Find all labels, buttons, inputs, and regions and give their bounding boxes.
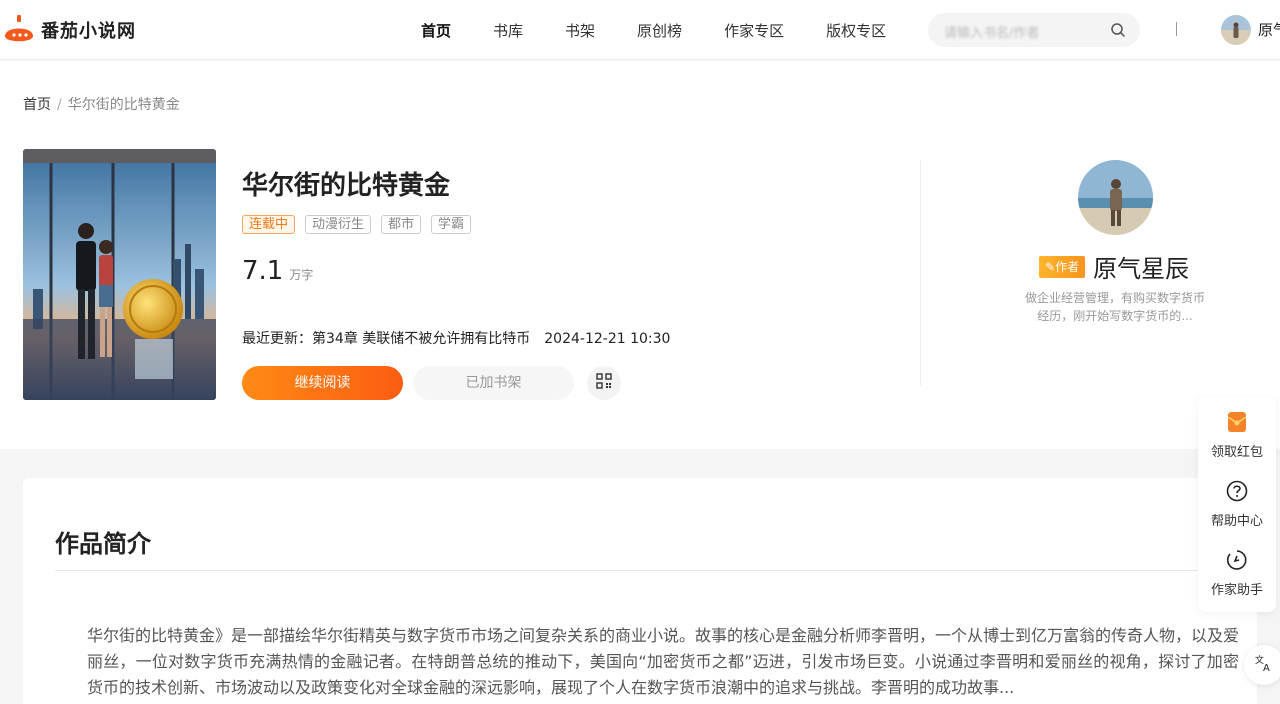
continue-reading-button[interactable]: 继续阅读 <box>242 366 403 400</box>
help-circle-icon <box>1226 480 1248 506</box>
added-to-shelf-button[interactable]: 已加书架 <box>413 366 574 400</box>
nav-author-zone[interactable]: 作家专区 <box>724 20 784 41</box>
logo-text: 番茄小说网 <box>41 21 136 42</box>
nav-copyright-zone[interactable]: 版权专区 <box>826 20 886 41</box>
breadcrumb-separator: / <box>57 97 62 113</box>
book-info-section: 首页 / 华尔街的比特黄金 华尔街的比特黄金 连载中 动漫衍生 都市 学霸 7.… <box>0 61 1280 449</box>
book-title: 华尔街的比特黄金 <box>242 171 451 201</box>
sidebar-item-help[interactable]: 帮助中心 <box>1198 480 1276 529</box>
sidebar-label: 作家助手 <box>1210 583 1263 598</box>
intro-text: 华尔街的比特黄金》是一部描绘华尔街精英与数字货币市场之间复杂关系的商业小说。故事… <box>87 626 1240 697</box>
top-header: 番茄小说网 首页 书库 书架 原创榜 作家专区 版权专区 请输入书名/作者 原气 <box>0 0 1280 60</box>
sidebar-label: 帮助中心 <box>1210 514 1263 529</box>
breadcrumb: 首页 / 华尔街的比特黄金 <box>23 94 180 114</box>
nav-original-ranking[interactable]: 原创榜 <box>637 20 682 41</box>
translate-icon: 文A <box>1254 653 1274 677</box>
tag-item[interactable]: 学霸 <box>431 215 472 234</box>
latest-update: 最近更新：第34章 美联储不被允许拥有比特币 2024-12-21 10:30 <box>242 328 670 348</box>
author-name[interactable]: 原气星辰 <box>1093 249 1189 284</box>
section-divider <box>920 160 921 385</box>
search-icon[interactable] <box>1110 22 1126 42</box>
sidebar-label: 领取红包 <box>1210 445 1263 460</box>
author-row: ✎作者 原气星辰 <box>1039 249 1189 284</box>
nav-home[interactable]: 首页 <box>421 20 451 41</box>
latest-update-date: 2024-12-21 10:30 <box>544 331 671 347</box>
red-envelope-icon <box>1227 412 1247 437</box>
tomato-logo-icon <box>3 14 35 46</box>
pen-icon: ✎ <box>1045 259 1056 274</box>
author-badge: ✎作者 <box>1039 255 1086 278</box>
author-description: 做企业经营管理，有购买数字货币经历，刚开始写数字货币的... <box>1024 291 1205 323</box>
nav-bookshelf[interactable]: 书架 <box>565 20 595 41</box>
intro-title: 作品简介 <box>55 530 151 558</box>
author-avatar[interactable] <box>1078 160 1153 235</box>
sidebar-item-red-envelope[interactable]: 领取红包 <box>1198 411 1276 460</box>
header-divider <box>1176 22 1177 36</box>
word-count: 7.1 万字 <box>242 256 313 286</box>
search-input[interactable]: 请输入书名/作者 <box>928 13 1140 47</box>
user-avatar[interactable] <box>1221 15 1251 45</box>
writer-assistant-icon <box>1226 550 1248 575</box>
qr-code-icon <box>596 373 612 393</box>
svg-text:A: A <box>1263 663 1270 673</box>
user-name[interactable]: 原气 <box>1258 19 1280 40</box>
search-placeholder: 请输入书名/作者 <box>944 26 1040 41</box>
word-count-unit: 万字 <box>289 268 314 282</box>
breadcrumb-current: 华尔街的比特黄金 <box>67 97 180 113</box>
qr-code-button[interactable] <box>587 366 621 400</box>
latest-update-label: 最近更新： <box>242 331 312 347</box>
sidebar-item-writer-assistant[interactable]: 作家助手 <box>1198 549 1276 598</box>
translate-button[interactable]: 文A <box>1244 645 1280 685</box>
main-nav: 首页 书库 书架 原创榜 作家专区 版权专区 <box>400 0 907 60</box>
book-tags: 连载中 动漫衍生 都市 学霸 <box>242 215 481 234</box>
site-logo[interactable]: 番茄小说网 <box>3 14 136 46</box>
latest-chapter-link[interactable]: 第34章 美联储不被允许拥有比特币 <box>312 331 530 347</box>
book-cover[interactable] <box>23 149 216 400</box>
intro-card: 作品简介 华尔街的比特黄金》是一部描绘华尔街精英与数字货币市场之间复杂关系的商业… <box>23 478 1257 704</box>
status-badge: 连载中 <box>242 215 296 234</box>
nav-library[interactable]: 书库 <box>493 20 523 41</box>
breadcrumb-home[interactable]: 首页 <box>23 97 51 113</box>
floating-sidebar: 领取红包 帮助中心 作家助手 <box>1198 397 1276 612</box>
intro-divider <box>55 570 1235 571</box>
tag-item[interactable]: 都市 <box>381 215 422 234</box>
tag-item[interactable]: 动漫衍生 <box>305 215 372 234</box>
word-count-value: 7.1 <box>242 256 284 286</box>
author-badge-label: 作者 <box>1055 259 1080 274</box>
